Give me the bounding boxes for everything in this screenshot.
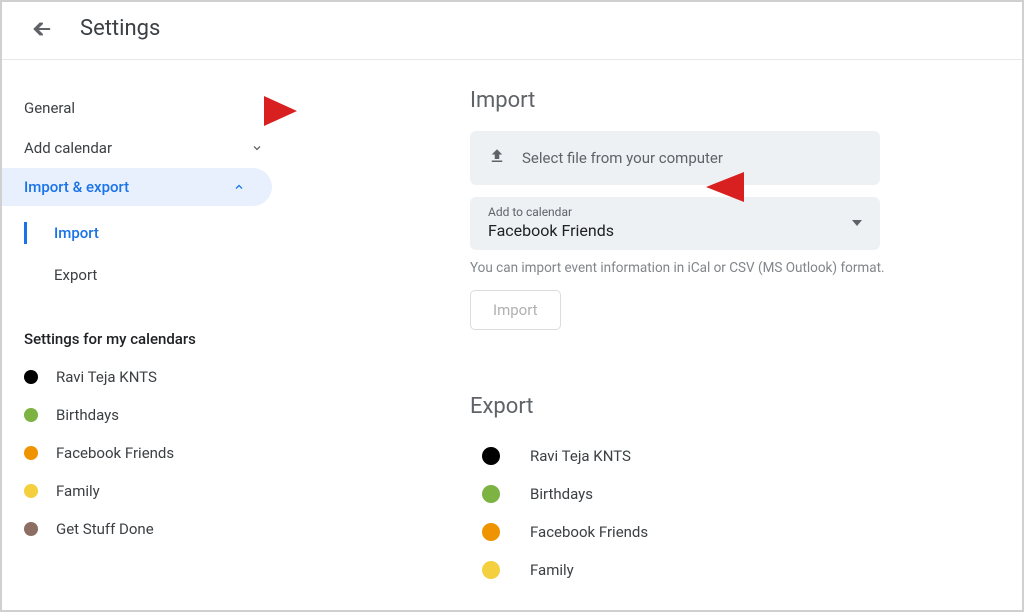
- export-calendar-item: Family: [482, 551, 1002, 589]
- import-button[interactable]: Import: [470, 290, 561, 330]
- import-heading: Import: [470, 88, 1002, 113]
- back-arrow-icon[interactable]: [30, 17, 54, 41]
- calendar-color-dot: [24, 446, 38, 460]
- sidebar-calendar-item[interactable]: Get Stuff Done: [2, 510, 290, 548]
- sidebar-item-label: Export: [54, 266, 97, 284]
- main-content: Import Select file from your computer Ad…: [290, 60, 1022, 608]
- calendar-color-dot: [482, 485, 500, 503]
- calendar-label: Family: [56, 482, 100, 500]
- sidebar-item-add-calendar[interactable]: Add calendar: [2, 128, 290, 168]
- calendar-color-dot: [482, 447, 500, 465]
- add-to-calendar-select[interactable]: Add to calendar Facebook Friends: [470, 197, 880, 250]
- import-hint: You can import event information in iCal…: [470, 260, 900, 276]
- calendar-label: Ravi Teja KNTS: [56, 368, 157, 386]
- page-title: Settings: [80, 16, 160, 41]
- calendar-label: Facebook Friends: [56, 444, 174, 462]
- calendar-label: Get Stuff Done: [56, 520, 154, 538]
- file-select-button[interactable]: Select file from your computer: [470, 131, 880, 185]
- export-calendar-item: Ravi Teja KNTS: [482, 437, 1002, 475]
- export-calendar-item: Facebook Friends: [482, 513, 1002, 551]
- upload-icon: [488, 147, 506, 169]
- caret-down-icon: [852, 213, 862, 232]
- chevron-down-icon: [250, 141, 264, 155]
- calendar-color-dot: [24, 370, 38, 384]
- calendar-label: Birthdays: [56, 406, 119, 424]
- sidebar: General Add calendar Import & export Imp…: [2, 60, 290, 608]
- sidebar-item-label: Add calendar: [24, 139, 112, 157]
- sidebar-item-general[interactable]: General: [2, 88, 290, 128]
- calendar-color-dot: [482, 561, 500, 579]
- sidebar-calendar-item[interactable]: Facebook Friends: [2, 434, 290, 472]
- sidebar-item-label: Import & export: [24, 178, 129, 196]
- calendar-color-dot: [24, 484, 38, 498]
- import-button-label: Import: [493, 301, 538, 319]
- header: Settings: [2, 2, 1022, 60]
- sidebar-subitem-import[interactable]: Import: [24, 212, 290, 254]
- dropdown-label: Add to calendar: [488, 205, 614, 219]
- sidebar-calendar-item[interactable]: Birthdays: [2, 396, 290, 434]
- sidebar-subitem-export[interactable]: Export: [24, 254, 290, 296]
- sidebar-calendar-item[interactable]: Ravi Teja KNTS: [2, 358, 290, 396]
- file-select-label: Select file from your computer: [522, 149, 723, 167]
- calendar-color-dot: [24, 522, 38, 536]
- sidebar-item-import-export[interactable]: Import & export: [2, 168, 272, 206]
- calendar-label: Family: [530, 561, 574, 579]
- export-heading: Export: [470, 394, 1002, 419]
- sidebar-calendar-item[interactable]: Family: [2, 472, 290, 510]
- sidebar-section-header: Settings for my calendars: [2, 320, 290, 358]
- sidebar-item-label: Import: [54, 224, 99, 242]
- sidebar-item-label: General: [24, 99, 75, 117]
- dropdown-value: Facebook Friends: [488, 221, 614, 240]
- calendar-label: Birthdays: [530, 485, 593, 503]
- calendar-color-dot: [24, 408, 38, 422]
- calendar-label: Facebook Friends: [530, 523, 648, 541]
- calendar-color-dot: [482, 523, 500, 541]
- export-calendar-item: Birthdays: [482, 475, 1002, 513]
- calendar-label: Ravi Teja KNTS: [530, 447, 631, 465]
- chevron-up-icon: [232, 180, 246, 194]
